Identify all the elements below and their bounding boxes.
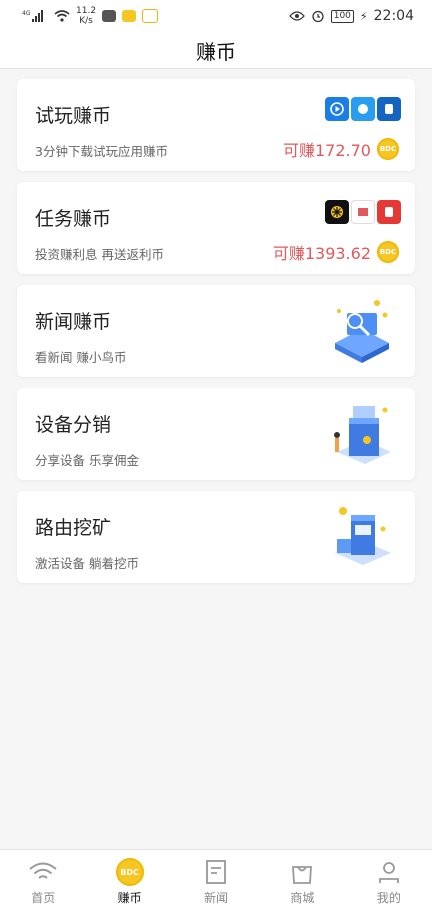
signal-label: 4G xyxy=(22,10,31,17)
status-left: 4G 11.2 K/s xyxy=(22,6,159,26)
navigation-bar: 赚币 xyxy=(0,32,432,69)
earn-amount: 可赚1393.62 BDC xyxy=(273,240,399,264)
app-icons xyxy=(325,97,401,121)
wifi-status-icon xyxy=(54,10,70,22)
net-speed-unit: K/s xyxy=(79,16,93,26)
bottom-tab-bar: 首页 BDC 赚币 新闻 商城 我的 xyxy=(0,849,432,912)
page-title: 赚币 xyxy=(196,39,236,64)
clock: 22:04 xyxy=(373,8,414,24)
eye-icon xyxy=(288,11,305,21)
app-notification-icon xyxy=(122,10,137,22)
signal-icon: 4G xyxy=(22,10,43,22)
alarm-icon xyxy=(312,10,324,23)
card-trial-earn[interactable]: 试玩赚币 3分钟下载试玩应用赚币 可赚172.70 BDC xyxy=(17,79,415,171)
mining-illustration xyxy=(335,507,391,565)
profile-icon xyxy=(374,858,404,886)
card-device-distribution[interactable]: 设备分销 分享设备 乐享佣金 xyxy=(17,388,415,480)
card-title: 任务赚币 xyxy=(35,208,112,230)
bdc-coin-icon: BDC xyxy=(377,138,399,160)
card-task-earn[interactable]: 任务赚币 投资赚利息 再送返利币 可赚1393.62 BDC xyxy=(17,182,415,274)
card-subtitle: 分享设备 乐享佣金 xyxy=(35,453,139,468)
video-app-icon xyxy=(325,97,349,121)
distribution-illustration xyxy=(334,406,391,464)
tab-label: 首页 xyxy=(31,891,56,905)
news-icon xyxy=(201,858,231,886)
card-subtitle: 3分钟下载试玩应用赚币 xyxy=(35,144,168,159)
shopping-bag-icon xyxy=(287,858,317,886)
tab-label: 新闻 xyxy=(204,891,229,905)
card-router-mining[interactable]: 路由挖矿 激活设备 躺着挖币 xyxy=(17,491,415,583)
news-illustration xyxy=(335,300,389,363)
bdc-coin-icon: BDC xyxy=(377,241,399,263)
tab-label: 我的 xyxy=(376,891,401,905)
card-title: 试玩赚币 xyxy=(35,105,112,127)
bird-notification-icon xyxy=(142,9,159,23)
card-title: 设备分销 xyxy=(35,414,112,436)
finance-app-icon xyxy=(351,200,375,224)
status-right: 100 ⚡ 22:04 xyxy=(288,8,414,24)
tab-profile[interactable]: 我的 xyxy=(346,850,432,912)
photo-notification-icon xyxy=(102,10,117,22)
tab-home[interactable]: 首页 xyxy=(0,850,86,912)
net-speed-value: 11.2 xyxy=(76,6,97,16)
card-subtitle: 投资赚利息 再送返利币 xyxy=(35,247,164,262)
earn-text: 可赚172.70 xyxy=(283,141,371,160)
earn-amount: 可赚172.70 BDC xyxy=(283,137,399,161)
tab-label: 商城 xyxy=(290,891,315,905)
tab-earn[interactable]: BDC 赚币 xyxy=(86,850,172,912)
card-subtitle: 看新闻 赚小鸟币 xyxy=(35,350,127,365)
tab-shop[interactable]: 商城 xyxy=(259,850,345,912)
card-news-earn[interactable]: 新闻赚币 看新闻 赚小鸟币 xyxy=(17,285,415,377)
bdc-coin-icon: BDC xyxy=(115,858,145,886)
task-app-icon xyxy=(325,200,349,224)
card-subtitle: 激活设备 躺着挖币 xyxy=(35,556,139,571)
tab-label: 赚币 xyxy=(117,891,142,905)
tab-news[interactable]: 新闻 xyxy=(173,850,259,912)
earn-text: 可赚1393.62 xyxy=(272,244,371,263)
wifi-icon xyxy=(28,858,58,886)
net-speed: 11.2 K/s xyxy=(76,6,96,26)
red-app-icon xyxy=(377,200,401,224)
earn-options-list: 试玩赚币 3分钟下载试玩应用赚币 可赚172.70 BDC 任务赚币 投资赚利息… xyxy=(0,69,432,583)
bdc-coin-label: BDC xyxy=(115,858,144,886)
reader-app-icon xyxy=(377,97,401,121)
charging-icon: ⚡ xyxy=(359,9,368,23)
card-title: 路由挖矿 xyxy=(35,517,112,539)
card-title: 新闻赚币 xyxy=(35,311,112,333)
battery-indicator: 100 xyxy=(330,9,354,23)
app-icons xyxy=(325,200,401,224)
music-app-icon xyxy=(351,97,375,121)
status-bar: 4G 11.2 K/s 100 ⚡ 22:04 xyxy=(0,0,432,32)
